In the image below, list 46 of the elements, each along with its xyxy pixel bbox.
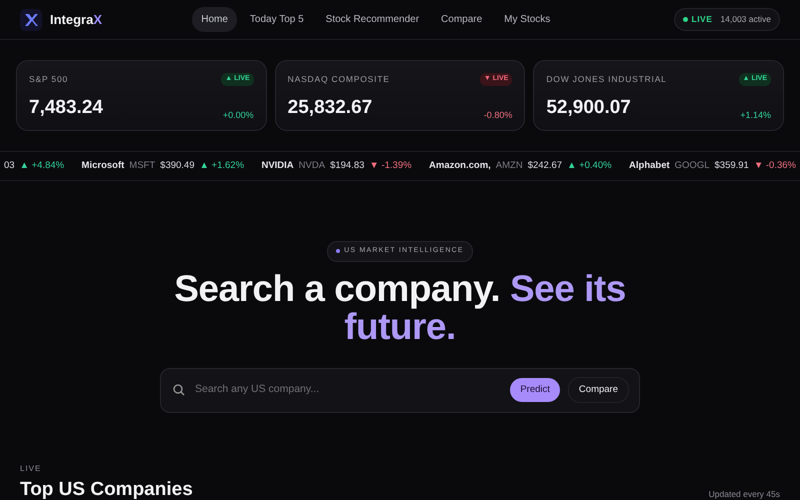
predict-button[interactable]: Predict (510, 378, 560, 402)
nav-tab[interactable]: Today Top 5 (240, 7, 313, 32)
active-count: 14,003 active (720, 13, 771, 26)
index-change: -0.80% (484, 108, 512, 122)
price-change: ▲ +1.62% (200, 158, 244, 173)
company-name: NVIDIA (261, 158, 294, 173)
ticker-symbol: MSFT (129, 158, 156, 173)
status-dot (682, 17, 688, 22)
index-change: +1.14% (740, 108, 772, 122)
stock-price: $390.49 (160, 158, 194, 173)
index-value: 25,832.67 (288, 96, 372, 120)
live-label: LIVE (692, 13, 712, 26)
ticker-symbol: NVDA (298, 158, 326, 173)
index-name: S&P 500 (29, 73, 68, 86)
price-change: ▼ -1.39% (369, 158, 412, 173)
brand-name[interactable]: IntegraX (50, 10, 102, 30)
nav-tab[interactable]: Stock Recommender (316, 7, 428, 32)
stock-price: $359.91 (714, 158, 749, 173)
index-value: 7,483.24 (29, 96, 103, 120)
nav-tab[interactable]: My Stocks (495, 7, 560, 32)
company-name: Microsoft (82, 158, 124, 173)
index-name: DOW JONES INDUSTRIAL (546, 73, 667, 86)
index-value: 52,900.07 (546, 96, 631, 120)
stock-price: $242.67 (528, 158, 562, 173)
logo-icon[interactable] (20, 8, 42, 30)
nav-tab[interactable]: Compare (432, 7, 492, 32)
ticker-symbol: GOOGL (674, 158, 710, 173)
price-change: ▼ -0.36% (754, 158, 796, 173)
ticker-symbol: AMZN (496, 158, 523, 173)
company-name: Amazon.com, (429, 158, 491, 173)
section-title: Top US Companies (20, 478, 193, 500)
compare-button[interactable]: Compare (568, 376, 629, 404)
search-field[interactable]: Search any US company... Predict Compare (160, 368, 640, 412)
update-note: Updated every 45s (708, 488, 780, 500)
company-name: Alphabet (629, 158, 670, 173)
index-change: +0.00% (222, 108, 254, 122)
price-change: ▲ +0.40% (567, 158, 612, 173)
price-change: ▲ +4.84% (20, 158, 64, 173)
index-name: NASDAQ COMPOSITE (288, 73, 390, 86)
stock-price: $194.83 (330, 158, 364, 173)
nav-tab[interactable]: Home (192, 7, 237, 32)
stock-price: 03 (4, 158, 15, 173)
headline: Search a company. See its future. (173, 270, 627, 346)
search-icon (173, 384, 185, 396)
dot-icon (336, 249, 340, 254)
section-eyebrow: LIVE (20, 462, 42, 474)
